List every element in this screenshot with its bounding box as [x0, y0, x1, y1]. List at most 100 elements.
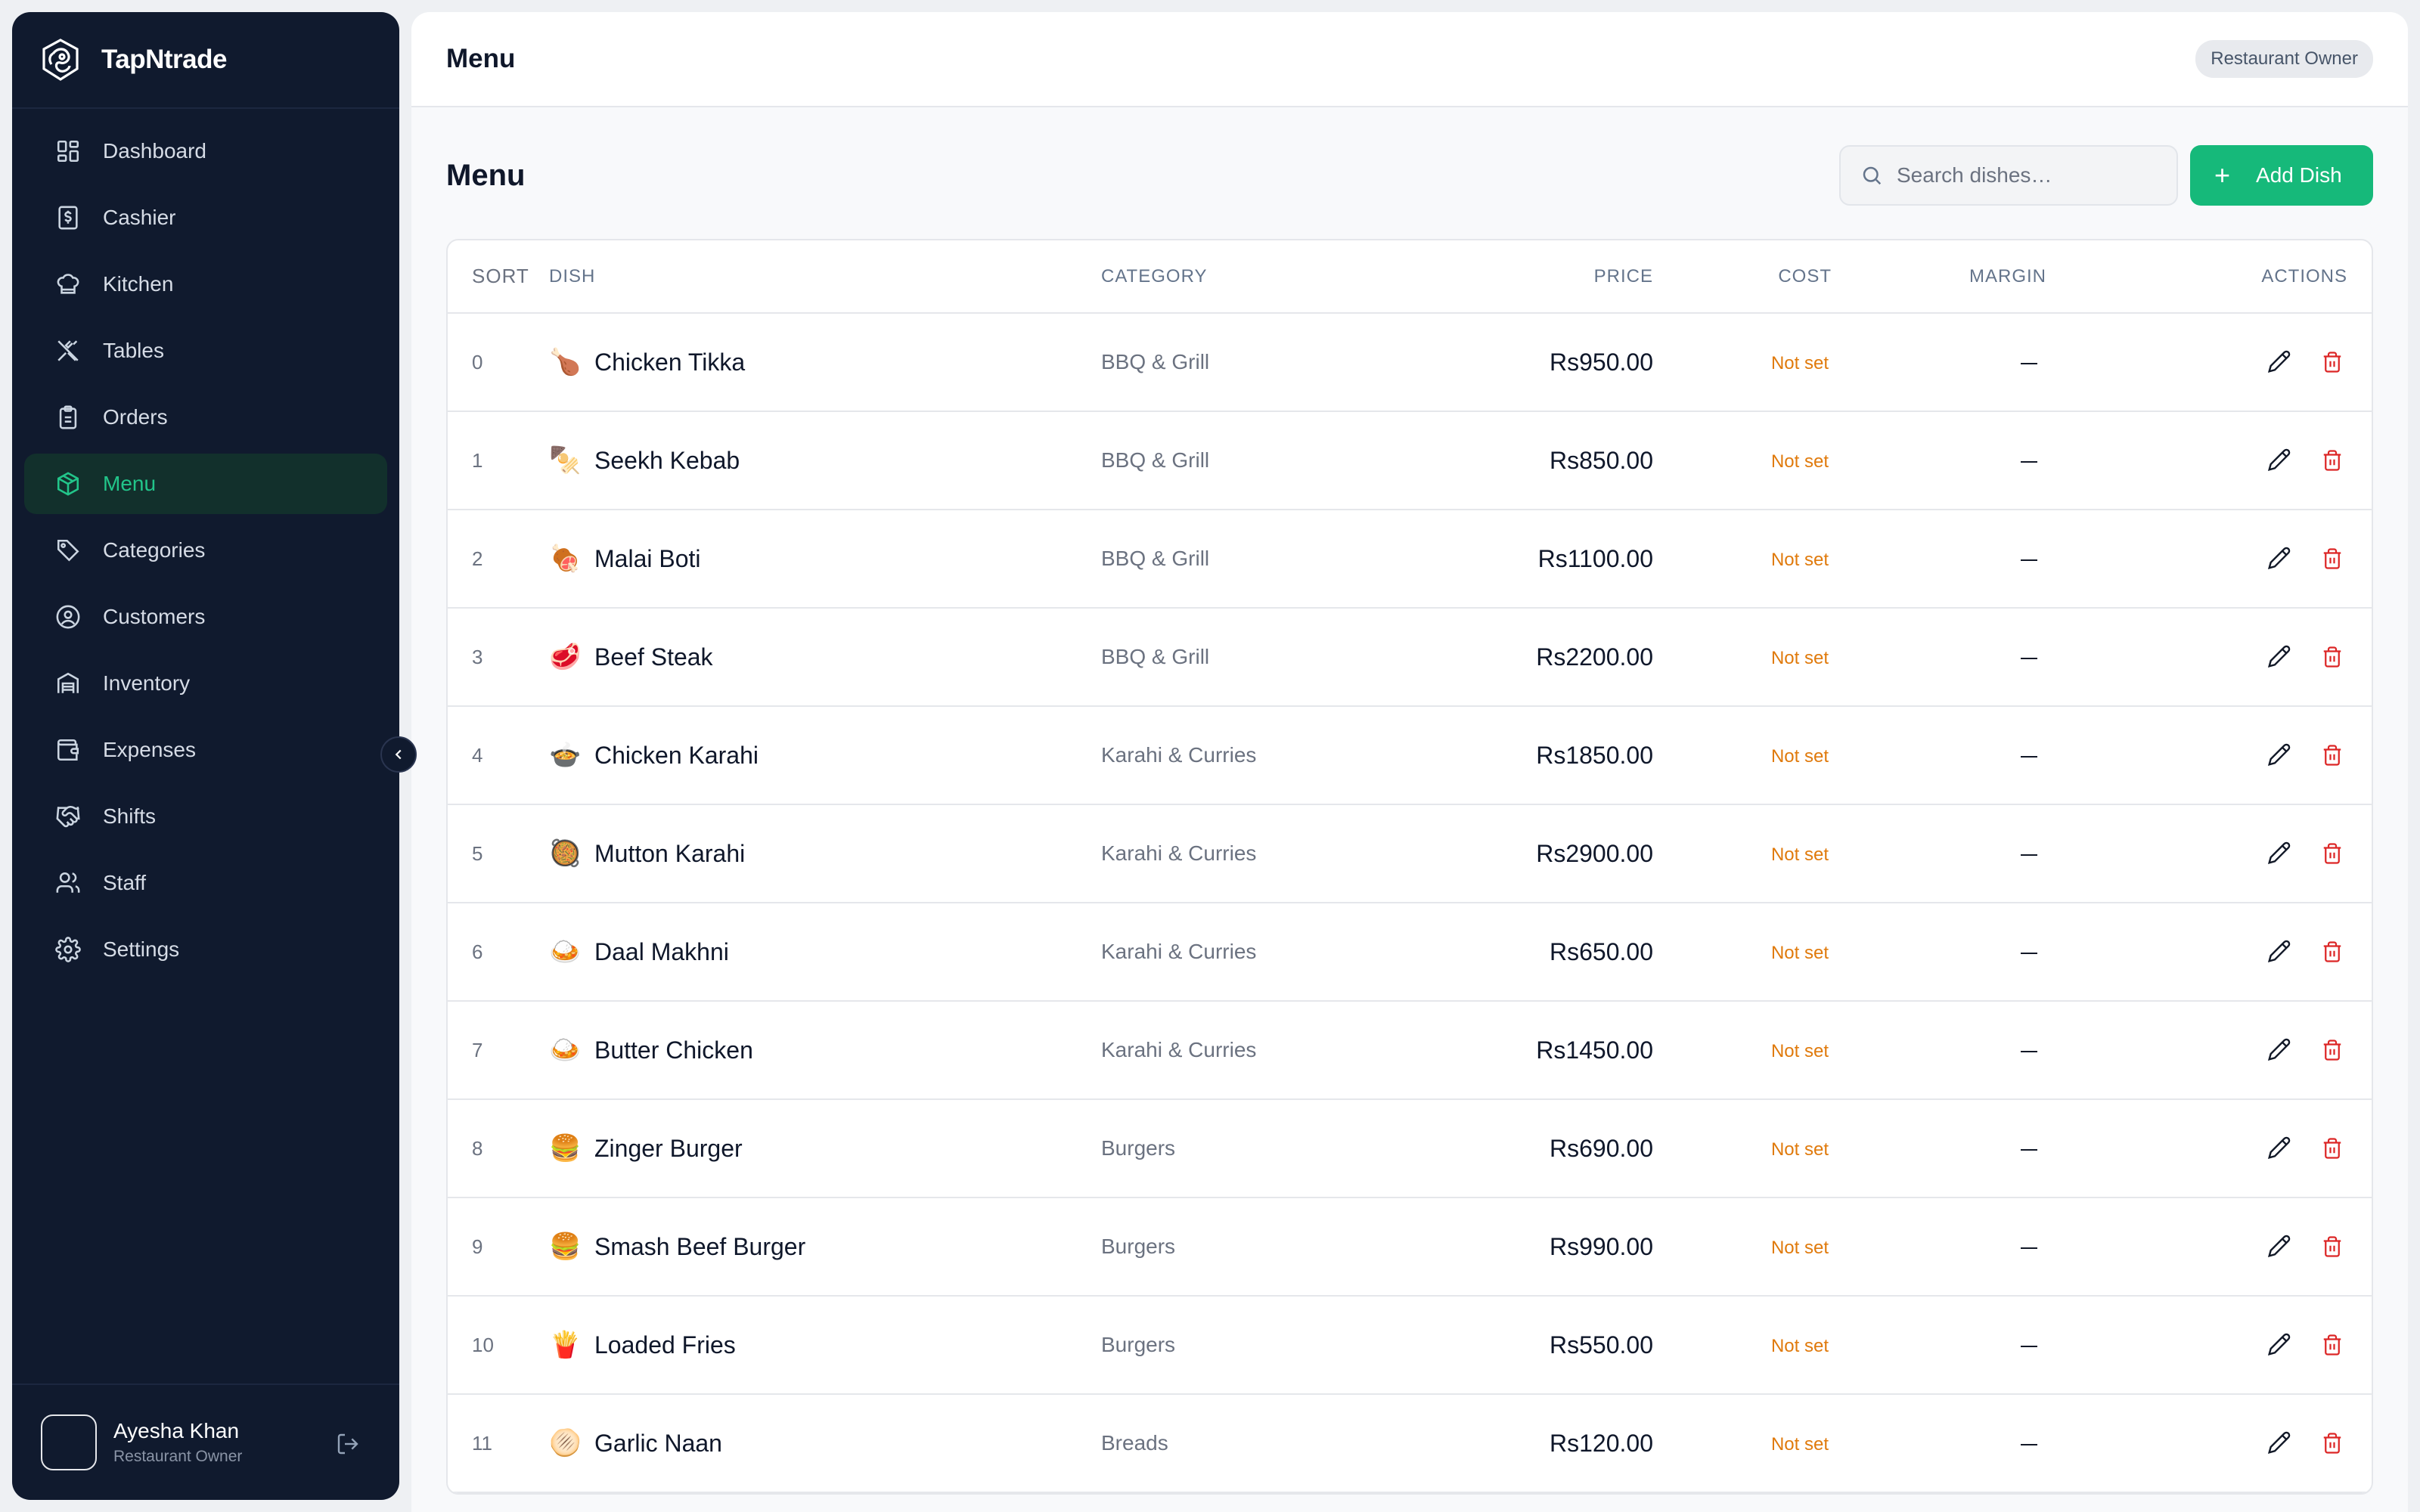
dish-margin — [1832, 313, 2046, 412]
sidebar-item-staff[interactable]: Staff — [24, 853, 387, 913]
edit-button[interactable] — [2264, 936, 2294, 966]
header-title: Menu — [446, 44, 516, 73]
pencil-icon — [2268, 1333, 2291, 1356]
edit-button[interactable] — [2264, 1231, 2294, 1261]
sidebar-item-kitchen[interactable]: Kitchen — [24, 254, 387, 314]
sidebar-collapse-button[interactable] — [380, 736, 417, 773]
dish-price: Rs1450.00 — [1426, 1001, 1653, 1100]
edit-button[interactable] — [2264, 1427, 2294, 1458]
delete-button[interactable] — [2317, 740, 2347, 770]
pencil-icon — [2268, 841, 2291, 864]
delete-button[interactable] — [2317, 1232, 2347, 1262]
margin-empty-dash — [2021, 854, 2037, 856]
delete-button[interactable] — [2317, 937, 2347, 967]
logout-icon[interactable] — [333, 1429, 363, 1459]
dish-price: Rs550.00 — [1426, 1296, 1653, 1395]
dish-category: Breads — [1101, 1394, 1426, 1493]
brand-name: TapNtrade — [101, 45, 228, 74]
table-row[interactable]: 7 🍛 Butter Chicken Karahi & Curries Rs14… — [448, 1001, 2372, 1100]
trash-icon — [2323, 1432, 2341, 1454]
sidebar-item-settings[interactable]: Settings — [24, 919, 387, 980]
margin-empty-dash — [2021, 1345, 2037, 1347]
table-row[interactable]: 11 🫓 Garlic Naan Breads Rs120.00 Not set — [448, 1394, 2372, 1493]
dish-name: Butter Chicken — [594, 1036, 753, 1064]
delete-button[interactable] — [2317, 838, 2347, 869]
column-header-price[interactable]: PRICE — [1426, 240, 1653, 314]
sidebar-item-shifts[interactable]: Shifts — [24, 786, 387, 847]
trash-icon — [2323, 744, 2341, 766]
dish-name: Malai Boti — [594, 544, 701, 572]
table-row[interactable]: 3 🥩 Beef Steak BBQ & Grill Rs2200.00 Not… — [448, 608, 2372, 707]
dish-cell: 🍛 Daal Makhni — [549, 903, 1101, 1002]
table-row[interactable]: 9 🍔 Smash Beef Burger Burgers Rs990.00 N… — [448, 1198, 2372, 1297]
dish-name: Chicken Karahi — [594, 741, 759, 769]
brand-logo-icon — [36, 36, 85, 84]
dish-category: BBQ & Grill — [1101, 411, 1426, 510]
gear-icon — [53, 934, 83, 965]
delete-button[interactable] — [2317, 544, 2347, 574]
table-row[interactable]: 4 🍲 Chicken Karahi Karahi & Curries Rs18… — [448, 706, 2372, 805]
edit-button[interactable] — [2264, 1132, 2294, 1163]
edit-button[interactable] — [2264, 543, 2294, 573]
search-box[interactable] — [1839, 145, 2178, 206]
sidebar-nav: Dashboard Cashier Kitchen Tables Orders — [12, 109, 399, 980]
delete-button[interactable] — [2317, 347, 2347, 377]
delete-button[interactable] — [2317, 642, 2347, 672]
table-row[interactable]: 6 🍛 Daal Makhni Karahi & Curries Rs650.0… — [448, 903, 2372, 1002]
dish-cell: 🍗 Chicken Tikka — [549, 313, 1101, 412]
delete-button[interactable] — [2317, 1133, 2347, 1163]
dish-price: Rs1100.00 — [1426, 510, 1653, 609]
dish-category: BBQ & Grill — [1101, 510, 1426, 609]
table-row[interactable]: 5 🥘 Mutton Karahi Karahi & Curries Rs290… — [448, 804, 2372, 903]
dish-cell: 🍖 Malai Boti — [549, 510, 1101, 609]
column-header-margin[interactable]: MARGIN — [1832, 240, 2046, 314]
table-row[interactable]: 10 🍟 Loaded Fries Burgers Rs550.00 Not s… — [448, 1296, 2372, 1395]
dish-cell: 🍔 Zinger Burger — [549, 1099, 1101, 1198]
column-header-sort[interactable]: SORT — [448, 240, 549, 314]
delete-button[interactable] — [2317, 445, 2347, 476]
edit-button[interactable] — [2264, 838, 2294, 868]
sidebar-item-label: Categories — [103, 538, 206, 562]
sidebar-item-cashier[interactable]: Cashier — [24, 187, 387, 248]
margin-empty-dash — [2021, 460, 2037, 463]
sidebar-item-customers[interactable]: Customers — [24, 587, 387, 647]
delete-button[interactable] — [2317, 1428, 2347, 1458]
pencil-icon — [2268, 1038, 2291, 1061]
users-icon — [53, 868, 83, 898]
sidebar-item-menu[interactable]: Menu — [24, 454, 387, 514]
sidebar-item-label: Expenses — [103, 738, 196, 761]
edit-button[interactable] — [2264, 641, 2294, 671]
sort-value: 1 — [448, 411, 549, 510]
edit-button[interactable] — [2264, 1329, 2294, 1359]
sidebar-item-categories[interactable]: Categories — [24, 520, 387, 581]
sidebar-item-expenses[interactable]: Expenses — [24, 720, 387, 780]
sidebar-item-inventory[interactable]: Inventory — [24, 653, 387, 714]
column-header-category[interactable]: CATEGORY — [1101, 240, 1426, 314]
column-header-actions: ACTIONS — [2046, 240, 2372, 314]
dish-margin — [1832, 411, 2046, 510]
search-input[interactable] — [1897, 163, 2154, 187]
dish-name: Zinger Burger — [594, 1134, 743, 1162]
pencil-icon — [2268, 547, 2291, 569]
table-row[interactable]: 2 🍖 Malai Boti BBQ & Grill Rs1100.00 Not… — [448, 510, 2372, 609]
sidebar-item-orders[interactable]: Orders — [24, 387, 387, 448]
column-header-dish[interactable]: DISH — [549, 240, 1101, 314]
edit-button[interactable] — [2264, 1034, 2294, 1064]
table-row[interactable]: 0 🍗 Chicken Tikka BBQ & Grill Rs950.00 N… — [448, 313, 2372, 412]
cost-status: Not set — [1770, 1434, 1829, 1455]
table-row[interactable]: 8 🍔 Zinger Burger Burgers Rs690.00 Not s… — [448, 1099, 2372, 1198]
package-icon — [53, 469, 83, 499]
edit-button[interactable] — [2264, 739, 2294, 770]
add-dish-button[interactable]: + Add Dish — [2190, 145, 2373, 206]
delete-button[interactable] — [2317, 1035, 2347, 1065]
sidebar-item-tables[interactable]: Tables — [24, 321, 387, 381]
delete-button[interactable] — [2317, 1330, 2347, 1360]
column-header-cost[interactable]: COST — [1653, 240, 1832, 314]
edit-button[interactable] — [2264, 346, 2294, 376]
table-row[interactable]: 1 🍢 Seekh Kebab BBQ & Grill Rs850.00 Not… — [448, 411, 2372, 510]
dish-cell: 🥩 Beef Steak — [549, 608, 1101, 707]
sidebar-item-dashboard[interactable]: Dashboard — [24, 121, 387, 181]
sort-value: 4 — [448, 706, 549, 805]
edit-button[interactable] — [2264, 445, 2294, 475]
cost-status: Not set — [1770, 1041, 1829, 1061]
